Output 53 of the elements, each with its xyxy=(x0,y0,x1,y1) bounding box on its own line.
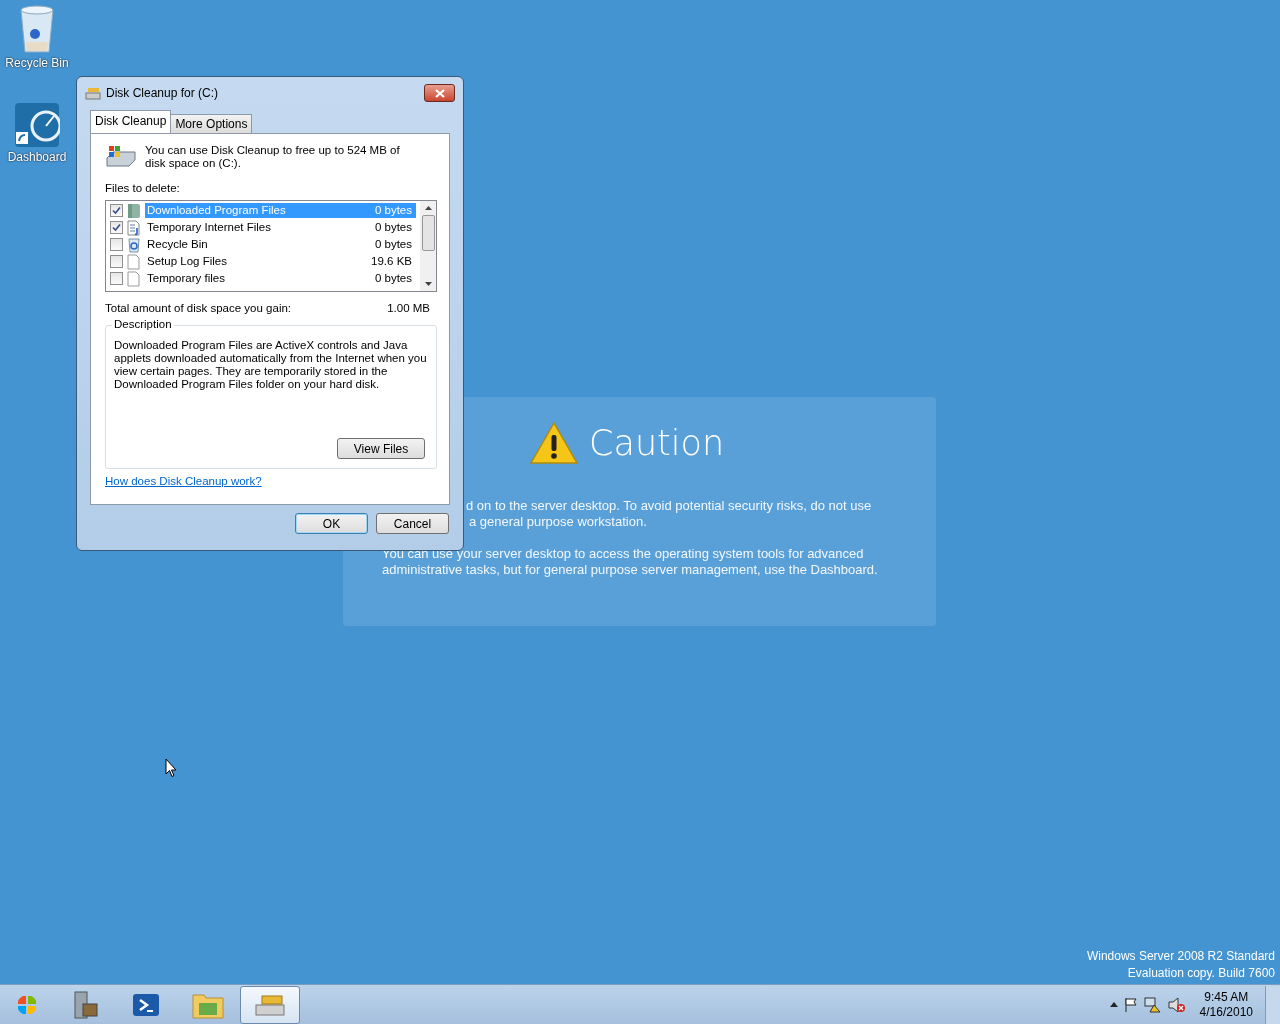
muted-speaker-icon[interactable] xyxy=(1167,996,1186,1013)
checkbox[interactable] xyxy=(110,238,123,251)
close-button[interactable] xyxy=(424,84,455,102)
total-value: 1.00 MB xyxy=(387,302,430,314)
files-label: Files to delete: xyxy=(105,182,181,194)
total-label: Total amount of disk space you gain: xyxy=(105,302,292,314)
caution-text: d on to the server desktop. To avoid potential security risks, do not use xyxy=(466,498,872,514)
caution-text: a general purpose workstation. xyxy=(468,514,648,530)
file-item[interactable]: Recycle Bin 0 bytes xyxy=(145,237,416,252)
document-icon xyxy=(127,219,141,236)
show-hidden-icons-icon[interactable] xyxy=(1109,1002,1118,1007)
checkbox[interactable] xyxy=(110,204,123,217)
group-legend: Description xyxy=(112,318,174,330)
checkbox[interactable] xyxy=(110,221,123,234)
drive-icon xyxy=(105,144,137,168)
help-link[interactable]: How does Disk Cleanup work? xyxy=(105,475,262,487)
checkbox[interactable] xyxy=(110,272,123,285)
taskbar-button[interactable] xyxy=(240,985,300,1024)
edition-text: Windows Server 2008 R2 Standard xyxy=(1086,948,1275,965)
close-icon xyxy=(434,88,445,98)
caution-text: administrative tasks, but for general purpose server management, use the Dashboard. xyxy=(382,562,878,578)
flag-icon[interactable] xyxy=(1123,996,1138,1013)
warning-icon xyxy=(529,421,579,465)
terminal-icon xyxy=(132,992,160,1017)
page-icon xyxy=(127,253,141,270)
recycle-bin-icon xyxy=(127,236,141,253)
network-icon[interactable] xyxy=(1143,996,1162,1013)
edition-text: Evaluation copy. Build 7600 xyxy=(1127,965,1275,982)
scrollbar[interactable] xyxy=(420,201,436,291)
tab[interactable]: Disk Cleanup xyxy=(90,110,172,133)
ok-button[interactable]: OK xyxy=(295,513,368,534)
caution-title: Caution xyxy=(589,423,725,463)
file-item[interactable]: Setup Log Files 19.6 KB xyxy=(145,254,416,269)
scroll-down-icon[interactable] xyxy=(424,282,432,286)
view-files-button[interactable]: View Files xyxy=(337,438,425,459)
mouse-cursor-icon xyxy=(165,758,177,778)
windows-logo-icon xyxy=(17,994,37,1015)
window-title: Disk Cleanup for (C:) xyxy=(106,86,220,100)
page-icon xyxy=(127,270,141,287)
description-text: Downloaded Program Files are ActiveX controls and Java applets downloaded automatically from the Internet when you view certain pages. They are temporarily stored in the Downloaded Program Files folder on your hard disk. xyxy=(114,339,428,391)
clock-date: 4/16/2010 xyxy=(1199,1004,1253,1020)
file-item[interactable]: Temporary files 0 bytes xyxy=(145,271,416,286)
intro-text: You can use Disk Cleanup to free up to 524 MB of disk space on (C:). xyxy=(145,144,401,170)
gauge-icon[interactable] xyxy=(14,102,60,148)
scroll-up-icon[interactable] xyxy=(424,206,432,210)
folder-icon xyxy=(127,202,141,219)
file-item[interactable]: Temporary Internet Files 0 bytes xyxy=(145,220,416,235)
clock-time: 9:45 AM xyxy=(1204,989,1249,1005)
clock[interactable]: 9:45 AM 4/16/2010 xyxy=(1199,989,1253,1020)
cancel-button[interactable]: Cancel xyxy=(376,513,449,534)
checkbox[interactable] xyxy=(110,255,123,268)
recycle-bin-icon[interactable] xyxy=(17,4,57,54)
tab[interactable]: More Options xyxy=(170,114,253,133)
